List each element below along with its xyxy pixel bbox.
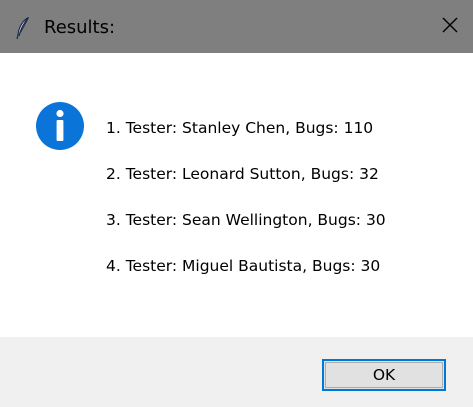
close-button[interactable] <box>427 0 473 53</box>
result-line: 3. Tester: Sean Wellington, Bugs: 30 <box>106 211 386 229</box>
button-bar: OK <box>0 337 473 407</box>
result-line: 4. Tester: Miguel Bautista, Bugs: 30 <box>106 257 381 275</box>
message-area: 1. Tester: Stanley Chen, Bugs: 110 2. Te… <box>0 53 473 337</box>
ok-button[interactable]: OK <box>322 359 446 391</box>
close-icon <box>442 17 458 37</box>
info-icon <box>35 101 85 151</box>
message-dialog: Results: 1. Tester: Stanley Chen, Bugs: … <box>0 0 473 407</box>
feather-icon <box>16 16 30 40</box>
ok-button-label: OK <box>372 366 396 384</box>
window-title: Results: <box>44 17 116 38</box>
result-line: 2. Tester: Leonard Sutton, Bugs: 32 <box>106 165 379 183</box>
title-bar[interactable]: Results: <box>0 0 473 53</box>
results-list: 1. Tester: Stanley Chen, Bugs: 110 2. Te… <box>106 117 386 301</box>
result-line: 1. Tester: Stanley Chen, Bugs: 110 <box>106 119 374 137</box>
